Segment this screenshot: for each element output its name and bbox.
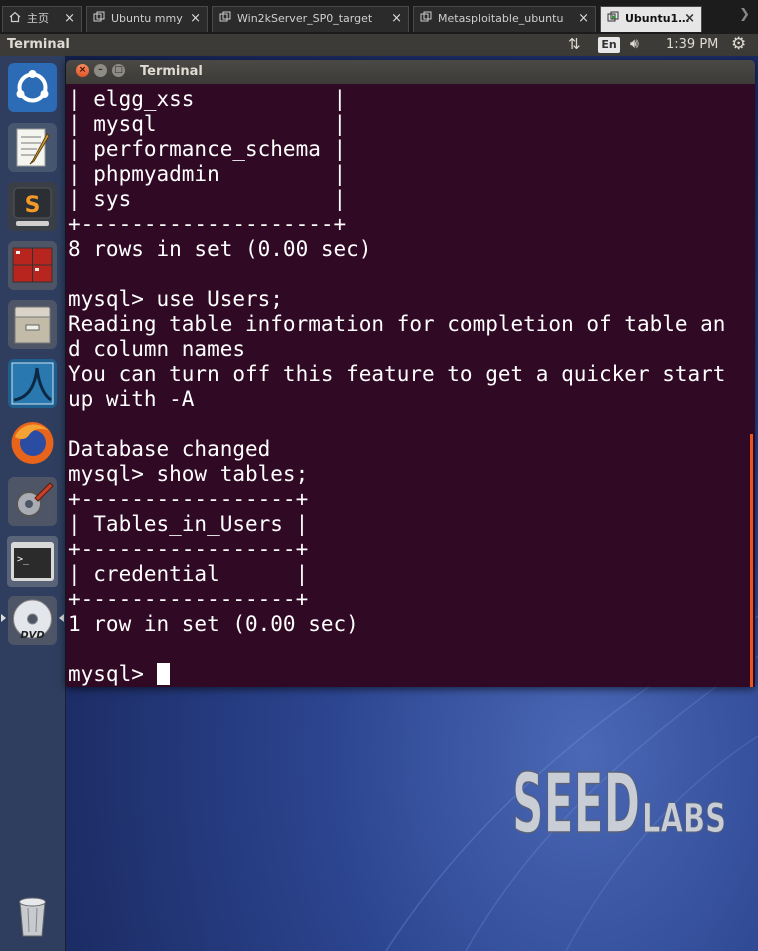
terminal-line: | elgg_xss | xyxy=(68,87,347,111)
vm-tab-win2kserver[interactable]: Win2kServer_SP0_target × xyxy=(212,6,409,32)
vm-tab-metasploitable[interactable]: Metasploitable_ubuntu × xyxy=(413,6,596,32)
close-icon[interactable]: × xyxy=(64,7,75,31)
terminal-title: Terminal xyxy=(140,64,203,79)
vm-tab-label: 主页 xyxy=(27,12,49,25)
active-app-indicator xyxy=(1,614,6,622)
tab-scroll-arrow-icon[interactable]: ❯ xyxy=(739,7,750,22)
terminal-line: up with -A xyxy=(68,387,195,411)
terminal-scrollbar[interactable] xyxy=(750,434,753,687)
home-icon xyxy=(9,11,21,23)
firefox-icon[interactable] xyxy=(7,417,58,468)
keyboard-language-indicator[interactable]: En xyxy=(598,37,620,53)
vm-tab-label: Win2kServer_SP0_target xyxy=(237,12,373,25)
seed-logo-text: SEED xyxy=(512,757,640,844)
close-icon[interactable]: × xyxy=(190,7,201,31)
terminal-prompt: mysql> xyxy=(68,662,157,686)
sublime-text-icon[interactable]: S xyxy=(7,181,58,232)
volume-icon[interactable]: 🔊︎ xyxy=(630,36,639,52)
vm-running-icon xyxy=(607,11,619,22)
dvd-icon[interactable]: DVD xyxy=(7,595,58,646)
close-icon[interactable]: × xyxy=(578,7,589,31)
close-icon[interactable]: × xyxy=(391,7,402,31)
window-minimize-button[interactable]: – xyxy=(94,64,107,77)
terminal-line: mysql> use Users; xyxy=(68,287,283,311)
svg-text:S: S xyxy=(25,193,41,218)
terminal-line: | sys | xyxy=(68,187,347,211)
ubuntu-dash-icon[interactable] xyxy=(7,62,58,113)
terminal-line: d column names xyxy=(68,337,246,361)
system-settings-icon[interactable] xyxy=(7,476,58,527)
file-manager-icon[interactable] xyxy=(7,299,58,350)
seed-labs-logo: SEED LABS xyxy=(511,756,726,844)
terminal-line: | Tables_in_Users | xyxy=(68,512,309,536)
terminal-output: | elgg_xss | | mysql | | performance_schem… xyxy=(68,87,725,687)
vm-icon xyxy=(93,11,105,22)
terminal-window[interactable]: × – □ Terminal | elgg_xss | | mysql | | pe… xyxy=(66,60,755,687)
terminal-line: | performance_schema | xyxy=(68,137,347,161)
terminal-titlebar[interactable]: × – □ Terminal xyxy=(66,60,755,84)
terminal-emulator-icon[interactable] xyxy=(7,240,58,291)
terminal-line: 8 rows in set (0.00 sec) xyxy=(68,237,372,261)
focused-app-indicator xyxy=(59,614,64,622)
terminal-line: Database changed xyxy=(68,437,271,461)
close-icon[interactable]: × xyxy=(684,7,695,31)
terminal-line: Reading table information for completion… xyxy=(68,312,726,336)
vm-tab-label: Ubuntu mmy xyxy=(111,12,183,25)
wireshark-icon[interactable] xyxy=(7,358,58,409)
network-icon[interactable]: ⇅ xyxy=(568,35,581,53)
terminal-body[interactable]: | elgg_xss | | mysql | | performance_schem… xyxy=(66,84,755,687)
terminal-line: +-----------------+ xyxy=(68,587,309,611)
terminal-line: 1 row in set (0.00 sec) xyxy=(68,612,359,636)
svg-text:>_: >_ xyxy=(17,554,30,565)
terminal-line: mysql> show tables; xyxy=(68,462,309,486)
clock[interactable]: 1:39 PM xyxy=(666,37,718,52)
terminal-cursor xyxy=(156,663,170,685)
window-maximize-button[interactable]: □ xyxy=(112,64,125,77)
terminal-line: +-----------------+ xyxy=(68,487,309,511)
terminal-line: | phpmyadmin | xyxy=(68,162,347,186)
panel-app-title: Terminal xyxy=(7,37,70,52)
gear-icon[interactable]: ⚙ xyxy=(731,34,746,54)
vm-tab-bar: 主页 × Ubuntu mmy × Win2kServer_SP0_target… xyxy=(0,0,758,34)
vm-tab-label: Metasploitable_ubuntu xyxy=(438,12,564,25)
top-panel: Terminal ⇅ En 🔊︎ 1:39 PM ⚙ xyxy=(0,34,758,56)
terminal-line: You can turn off this feature to get a q… xyxy=(68,362,726,386)
terminal-line: | mysql | xyxy=(68,112,347,136)
terminal-line: +-----------------+ xyxy=(68,537,309,561)
vm-tab-ubuntu-mmy[interactable]: Ubuntu mmy × xyxy=(86,6,208,32)
vm-tab-label: Ubuntu1… xyxy=(625,12,690,25)
terminal-icon[interactable]: >_ xyxy=(7,536,58,587)
vm-icon xyxy=(219,11,231,22)
svg-text:DVD: DVD xyxy=(20,630,44,641)
terminal-line: | credential | xyxy=(68,562,309,586)
vm-tab-ubuntu-active[interactable]: Ubuntu1… × xyxy=(600,6,702,32)
launcher: S >_ DVD xyxy=(0,56,66,951)
vm-tab-home[interactable]: 主页 × xyxy=(2,6,82,32)
window-close-button[interactable]: × xyxy=(76,64,89,77)
text-editor-icon[interactable] xyxy=(7,122,58,173)
terminal-prompt-line[interactable]: mysql> xyxy=(68,662,725,687)
terminal-line: +--------------------+ xyxy=(68,212,347,236)
vm-icon xyxy=(420,11,432,22)
labs-logo-text: LABS xyxy=(642,796,726,842)
trash-icon[interactable] xyxy=(7,890,58,941)
